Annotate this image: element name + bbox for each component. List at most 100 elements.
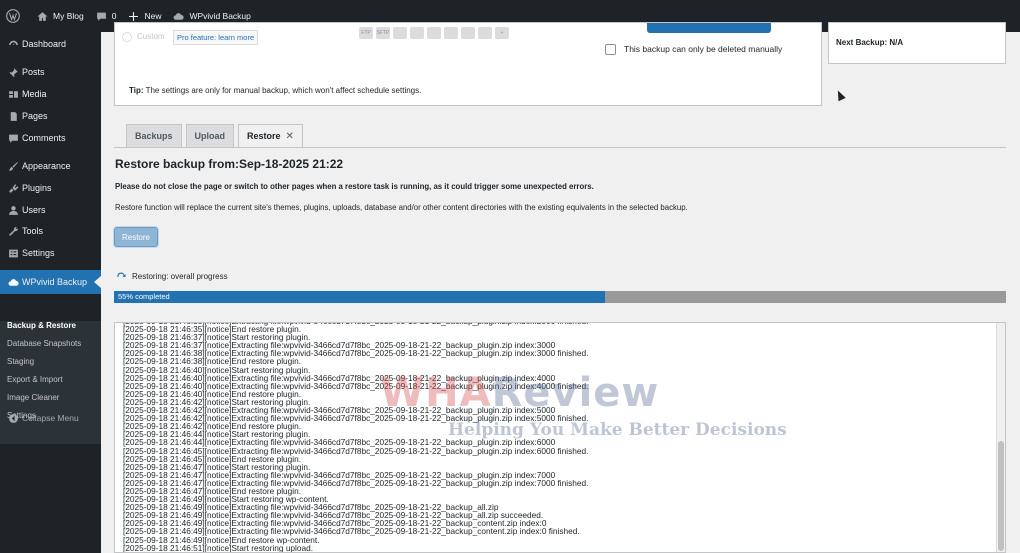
cloud-icon bbox=[0, 277, 22, 288]
collapse-menu-label: Collapse Menu bbox=[22, 413, 79, 423]
collapse-arrow-icon bbox=[0, 413, 22, 424]
dropbox-icon bbox=[427, 27, 441, 39]
progress-bar: 55% completed bbox=[114, 291, 1006, 303]
brush-icon bbox=[0, 161, 22, 172]
ftp-icon: FTP bbox=[359, 27, 373, 39]
tab-upload[interactable]: Upload bbox=[185, 124, 235, 147]
admin-sidebar: Dashboard Posts Media Pages Comments App… bbox=[0, 32, 101, 553]
sidebar-item-users[interactable]: Users bbox=[0, 199, 101, 221]
restore-warning: Please do not close the page or switch t… bbox=[115, 182, 594, 191]
backup-tabs: Backups Upload Restore ✕ bbox=[114, 124, 303, 148]
sidebar-item-media[interactable]: Media bbox=[0, 83, 101, 105]
pin-icon bbox=[0, 67, 22, 78]
tab-backups[interactable]: Backups bbox=[126, 124, 182, 147]
wpvivid-adminbar-label: WPvivid Backup bbox=[189, 11, 251, 21]
wasabi-icon bbox=[461, 27, 475, 39]
restore-log[interactable]: [2025-09-18 21:46:35][notice]Extracting … bbox=[114, 322, 1006, 553]
log-scroll-thumb[interactable] bbox=[998, 441, 1004, 551]
sidebar-item-appearance[interactable]: Appearance bbox=[0, 155, 101, 177]
sidebar-item-label: Plugins bbox=[22, 183, 52, 193]
tab-divider bbox=[114, 147, 1006, 148]
tab-label: Backups bbox=[135, 131, 173, 141]
submenu-item-staging[interactable]: Staging bbox=[7, 357, 34, 366]
pro-feature-link[interactable]: Pro feature: learn more bbox=[173, 30, 259, 45]
comment-icon bbox=[0, 133, 22, 144]
sidebar-item-label: Pages bbox=[22, 111, 48, 121]
cloud-icon bbox=[173, 11, 185, 22]
submenu-item-image-cleaner[interactable]: Image Cleaner bbox=[7, 393, 59, 402]
schedule-panel: Next Backup: N/A bbox=[828, 22, 1006, 64]
sidebar-item-dashboard[interactable]: Dashboard bbox=[0, 33, 101, 55]
sidebar-item-comments[interactable]: Comments bbox=[0, 127, 101, 149]
restore-title: Restore backup from:Sep-18-2025 21:22 bbox=[115, 157, 344, 171]
sidebar-item-label: Dashboard bbox=[22, 39, 67, 49]
wrench-icon bbox=[0, 226, 22, 237]
sidebar-item-label: Tools bbox=[22, 226, 44, 236]
plus-icon bbox=[128, 11, 139, 22]
progress-label-text: Restoring: overall progress bbox=[132, 271, 228, 281]
custom-radio[interactable] bbox=[122, 32, 132, 42]
log-scrollbar[interactable] bbox=[996, 323, 1005, 552]
sidebar-item-tools[interactable]: Tools bbox=[0, 220, 101, 242]
onedrive-icon bbox=[444, 27, 458, 39]
sidebar-item-label: Users bbox=[22, 205, 46, 215]
sidebar-item-plugins[interactable]: Plugins bbox=[0, 177, 101, 199]
site-name-label: My Blog bbox=[53, 11, 84, 21]
b2-icon bbox=[478, 27, 492, 39]
site-name-link[interactable]: My Blog bbox=[31, 0, 90, 32]
sidebar-item-pages[interactable]: Pages bbox=[0, 105, 101, 127]
sidebar-item-wpvivid-backup[interactable]: WPvivid Backup bbox=[0, 270, 101, 294]
settings-icon bbox=[0, 248, 22, 259]
media-icon bbox=[0, 89, 22, 100]
tab-restore[interactable]: Restore ✕ bbox=[238, 124, 303, 147]
submenu-item-export-import[interactable]: Export & Import bbox=[7, 375, 63, 384]
sidebar-item-label: Media bbox=[22, 89, 47, 99]
backup-settings-panel: Custom Pro feature: learn more FTP SFTP … bbox=[114, 22, 846, 106]
next-backup-label: Next Backup: N/A bbox=[836, 38, 904, 47]
sidebar-item-label: Comments bbox=[22, 133, 66, 143]
sidebar-item-settings[interactable]: Settings bbox=[0, 242, 101, 264]
new-label: New bbox=[144, 11, 162, 21]
close-icon[interactable]: ✕ bbox=[286, 131, 294, 142]
user-icon bbox=[0, 205, 22, 216]
home-icon bbox=[37, 11, 48, 22]
refresh-icon bbox=[117, 272, 126, 277]
sidebar-item-label: WPvivid Backup bbox=[22, 277, 88, 287]
sidebar-item-posts[interactable]: Posts bbox=[0, 61, 101, 83]
sidebar-item-label: Posts bbox=[22, 67, 45, 77]
comment-bubble-icon bbox=[96, 11, 107, 22]
custom-label: Custom bbox=[137, 32, 165, 41]
s3-icon bbox=[393, 27, 407, 39]
log-lines: [2025-09-18 21:46:35][notice]Extracting … bbox=[123, 323, 588, 553]
progress-text: 55% completed bbox=[118, 292, 170, 301]
progress-fill bbox=[114, 291, 605, 303]
wordpress-logo-button[interactable] bbox=[0, 0, 31, 32]
wordpress-logo-icon bbox=[6, 9, 20, 23]
submenu-item-backup-restore[interactable]: Backup & Restore bbox=[7, 321, 76, 330]
manual-delete-checkbox[interactable] bbox=[605, 44, 616, 55]
collapse-menu-button[interactable]: Collapse Menu bbox=[0, 407, 79, 429]
add-storage-icon: + bbox=[495, 27, 509, 39]
log-line: [2025-09-18 21:46:51][notice]Start resto… bbox=[123, 542, 314, 553]
tip-body: The settings are only for manual backup,… bbox=[143, 86, 422, 95]
manual-delete-label: This backup can only be deleted manually bbox=[624, 44, 783, 54]
sidebar-item-label: Settings bbox=[22, 248, 55, 258]
storage-icons: FTP SFTP + bbox=[359, 27, 509, 39]
tab-label: Restore bbox=[247, 131, 281, 141]
submenu-item-database-snapshots[interactable]: Database Snapshots bbox=[7, 339, 81, 348]
backup-now-button[interactable] bbox=[647, 23, 771, 33]
comments-count: 0 bbox=[111, 11, 117, 21]
sidebar-item-label: Appearance bbox=[22, 161, 71, 171]
mouse-cursor-icon bbox=[834, 88, 846, 102]
plugin-icon bbox=[0, 183, 22, 194]
pages-icon bbox=[0, 111, 22, 122]
sftp-icon: SFTP bbox=[376, 27, 390, 39]
tip-bold: Tip: bbox=[129, 86, 144, 95]
restore-button[interactable]: Restore bbox=[114, 227, 158, 247]
drive-icon bbox=[410, 27, 424, 39]
progress-label: Restoring: overall progress bbox=[116, 271, 228, 281]
dashboard-icon bbox=[0, 39, 22, 50]
tip-text: Tip: The settings are only for manual ba… bbox=[129, 86, 421, 95]
tab-label: Upload bbox=[194, 131, 226, 141]
restore-info: Restore function will replace the curren… bbox=[115, 203, 688, 212]
